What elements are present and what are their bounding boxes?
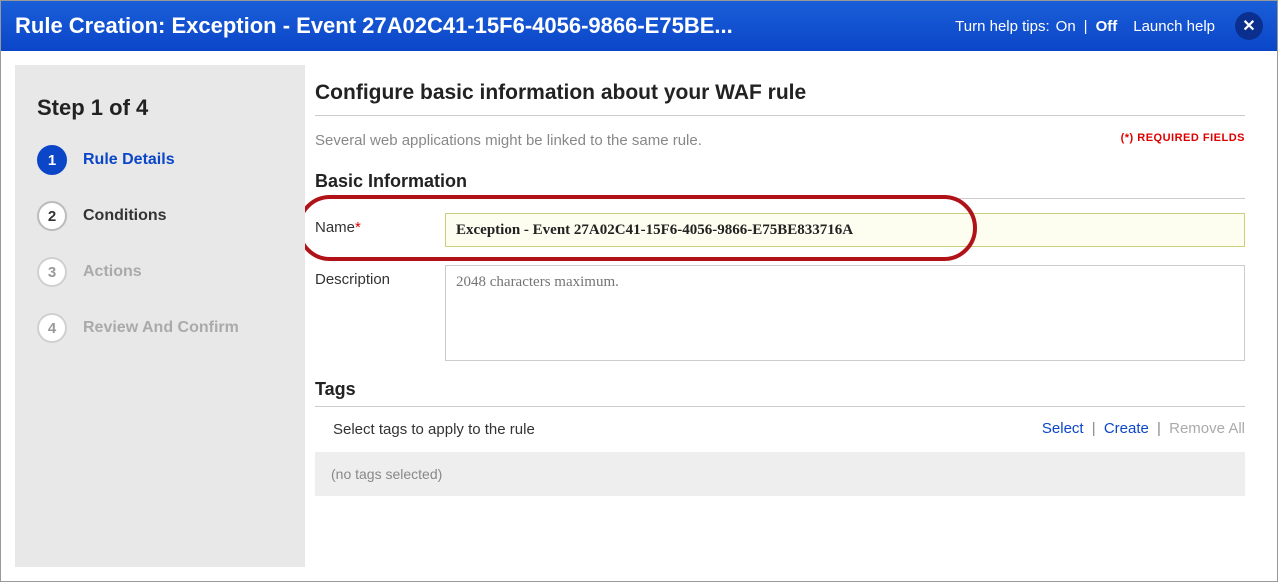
wizard-sidebar: Step 1 of 4 1 Rule Details 2 Conditions … <box>15 65 305 567</box>
tags-create-link[interactable]: Create <box>1104 420 1149 437</box>
step-number: 2 <box>37 201 67 231</box>
close-icon: ✕ <box>1242 16 1255 36</box>
step-label: Rule Details <box>83 151 175 169</box>
header-actions: Turn help tips: On | Off Launch help ✕ <box>955 12 1263 40</box>
step-review[interactable]: 4 Review And Confirm <box>37 313 283 343</box>
dialog-header: Rule Creation: Exception - Event 27A02C4… <box>1 1 1277 51</box>
dialog-title: Rule Creation: Exception - Event 27A02C4… <box>15 13 733 39</box>
page-title: Configure basic information about your W… <box>315 81 1245 105</box>
step-rule-details[interactable]: 1 Rule Details <box>37 145 283 175</box>
section-basic-info: Basic Information <box>315 171 1245 192</box>
step-label: Conditions <box>83 207 167 225</box>
step-number: 3 <box>37 257 67 287</box>
help-tips-on[interactable]: On <box>1056 18 1076 35</box>
step-number: 1 <box>37 145 67 175</box>
tags-empty-box: (no tags selected) <box>315 452 1245 496</box>
required-fields-note: (*) REQUIRED FIELDS <box>1121 132 1245 144</box>
tags-remove-link[interactable]: Remove All <box>1169 420 1245 437</box>
close-button[interactable]: ✕ <box>1235 12 1263 40</box>
help-tips-off[interactable]: Off <box>1096 18 1118 35</box>
step-label: Actions <box>83 263 142 281</box>
description-input[interactable] <box>445 265 1245 361</box>
tags-empty-text: (no tags selected) <box>331 466 442 482</box>
name-label: Name* <box>315 213 445 236</box>
tags-select-link[interactable]: Select <box>1042 420 1084 437</box>
step-counter: Step 1 of 4 <box>37 95 283 121</box>
separator: | <box>1084 18 1088 35</box>
step-conditions[interactable]: 2 Conditions <box>37 201 283 231</box>
name-input[interactable] <box>445 213 1245 247</box>
description-label: Description <box>315 265 445 288</box>
page-subtext: Several web applications might be linked… <box>315 132 1245 149</box>
launch-help-link[interactable]: Launch help <box>1133 18 1215 35</box>
step-number: 4 <box>37 313 67 343</box>
help-tips-label: Turn help tips: <box>955 18 1050 35</box>
step-actions[interactable]: 3 Actions <box>37 257 283 287</box>
step-label: Review And Confirm <box>83 319 239 337</box>
section-tags: Tags <box>315 379 1245 400</box>
main-panel: Configure basic information about your W… <box>305 51 1277 581</box>
tag-actions: Select | Create | Remove All <box>1042 420 1245 437</box>
